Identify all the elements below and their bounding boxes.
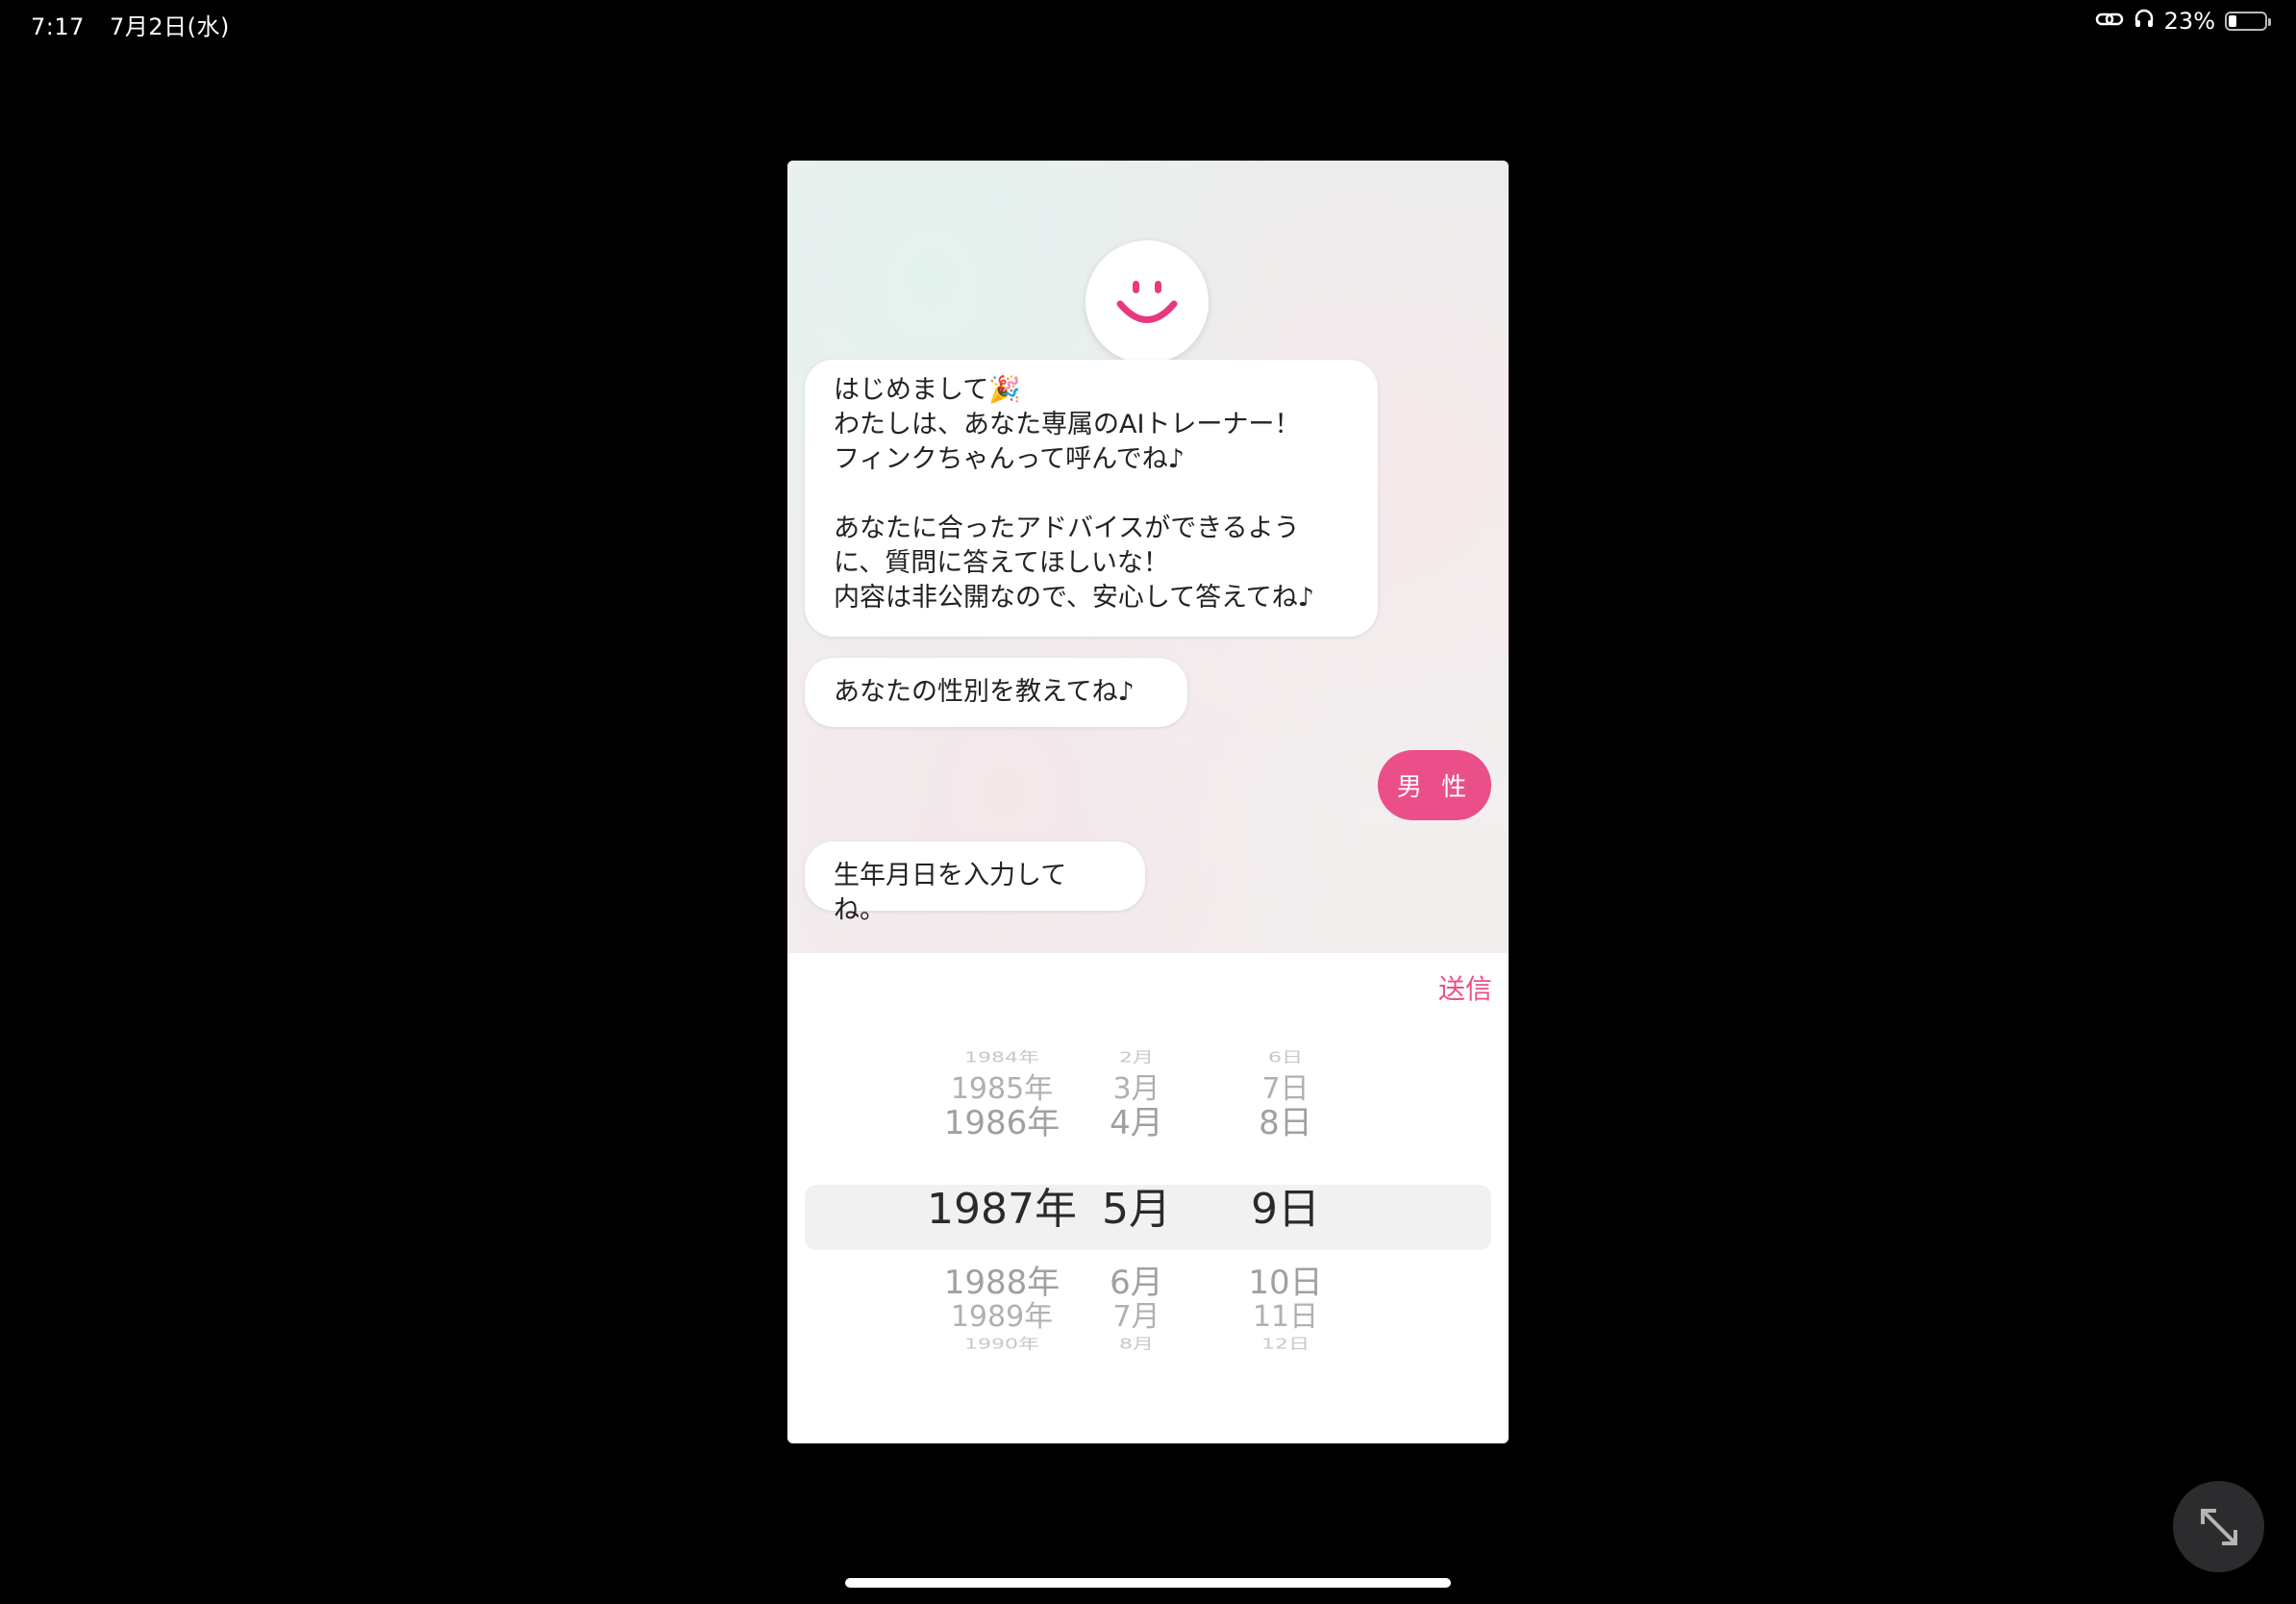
headphones-icon [2134, 8, 2155, 35]
chat-message-gender-question: あなたの性別を教えてね♪ [805, 658, 1187, 727]
chat-area[interactable]: はじめまして🎉 わたしは、あなた専属のAIトレーナー！ フィンクちゃんって呼んで… [787, 161, 1509, 953]
picker-month-option[interactable]: 4月 [1093, 1096, 1180, 1143]
picker-month-option[interactable]: 7月 [1093, 1292, 1180, 1335]
trainer-avatar [1086, 240, 1209, 363]
date-picker[interactable]: 1984年 1985年 1986年 1987年 1988年 1989年 1990年 2月 3月… [805, 1040, 1491, 1396]
picker-year-option[interactable]: 1984年 [915, 1045, 1088, 1066]
send-button[interactable]: 送信 [1438, 968, 1492, 1007]
link-icon [2095, 8, 2124, 35]
smiley-icon [1116, 281, 1178, 323]
picker-month-column[interactable]: 2月 3月 4月 5月 6月 7月 8月 [1093, 1040, 1180, 1396]
battery-icon [2225, 12, 2271, 31]
picker-month-option[interactable]: 5月 [1093, 1174, 1180, 1236]
picker-year-column[interactable]: 1984年 1985年 1986年 1987年 1988年 1989年 1990年 [915, 1040, 1088, 1396]
picker-year-option[interactable]: 1986年 [915, 1096, 1088, 1143]
input-area: 送信 1984年 1985年 1986年 1987年 1988年 1989年 1990年 2… [787, 953, 1509, 1443]
home-indicator [845, 1578, 1451, 1588]
status-time: 7:17 [31, 13, 85, 40]
picker-year-option[interactable]: 1990年 [915, 1332, 1088, 1353]
picker-day-column[interactable]: 6日 7日 8日 9日 10日 11日 12日 [1228, 1040, 1343, 1396]
picker-year-option[interactable]: 1987年 [915, 1174, 1088, 1236]
chat-message-greeting: はじめまして🎉 わたしは、あなた専属のAIトレーナー！ フィンクちゃんって呼んで… [805, 360, 1378, 637]
expand-arrows-icon [2200, 1508, 2237, 1545]
picker-day-option[interactable]: 6日 [1228, 1045, 1343, 1066]
picker-month-option[interactable]: 2月 [1093, 1045, 1180, 1066]
chat-reply-gender: 男 性 [1378, 750, 1491, 820]
status-date: 7月2日(水) [110, 13, 230, 40]
battery-percent: 23% [2163, 8, 2215, 35]
picker-day-option[interactable]: 11日 [1228, 1292, 1343, 1335]
picker-day-option[interactable]: 8日 [1228, 1096, 1343, 1143]
status-bar-left: 7:17 7月2日(水) [31, 8, 247, 41]
picker-year-option[interactable]: 1989年 [915, 1292, 1088, 1335]
chat-message-birthday-question: 生年月日を入力してね。 [805, 841, 1145, 925]
app-window: はじめまして🎉 わたしは、あなた専属のAIトレーナー！ フィンクちゃんって呼んで… [787, 161, 1509, 1443]
picker-day-option[interactable]: 9日 [1228, 1174, 1343, 1236]
picker-day-option[interactable]: 12日 [1228, 1332, 1343, 1353]
picker-month-option[interactable]: 8月 [1093, 1332, 1180, 1353]
expand-button[interactable] [2173, 1481, 2264, 1572]
battery-level [2229, 15, 2237, 27]
status-bar-right: 23% [2095, 8, 2271, 35]
